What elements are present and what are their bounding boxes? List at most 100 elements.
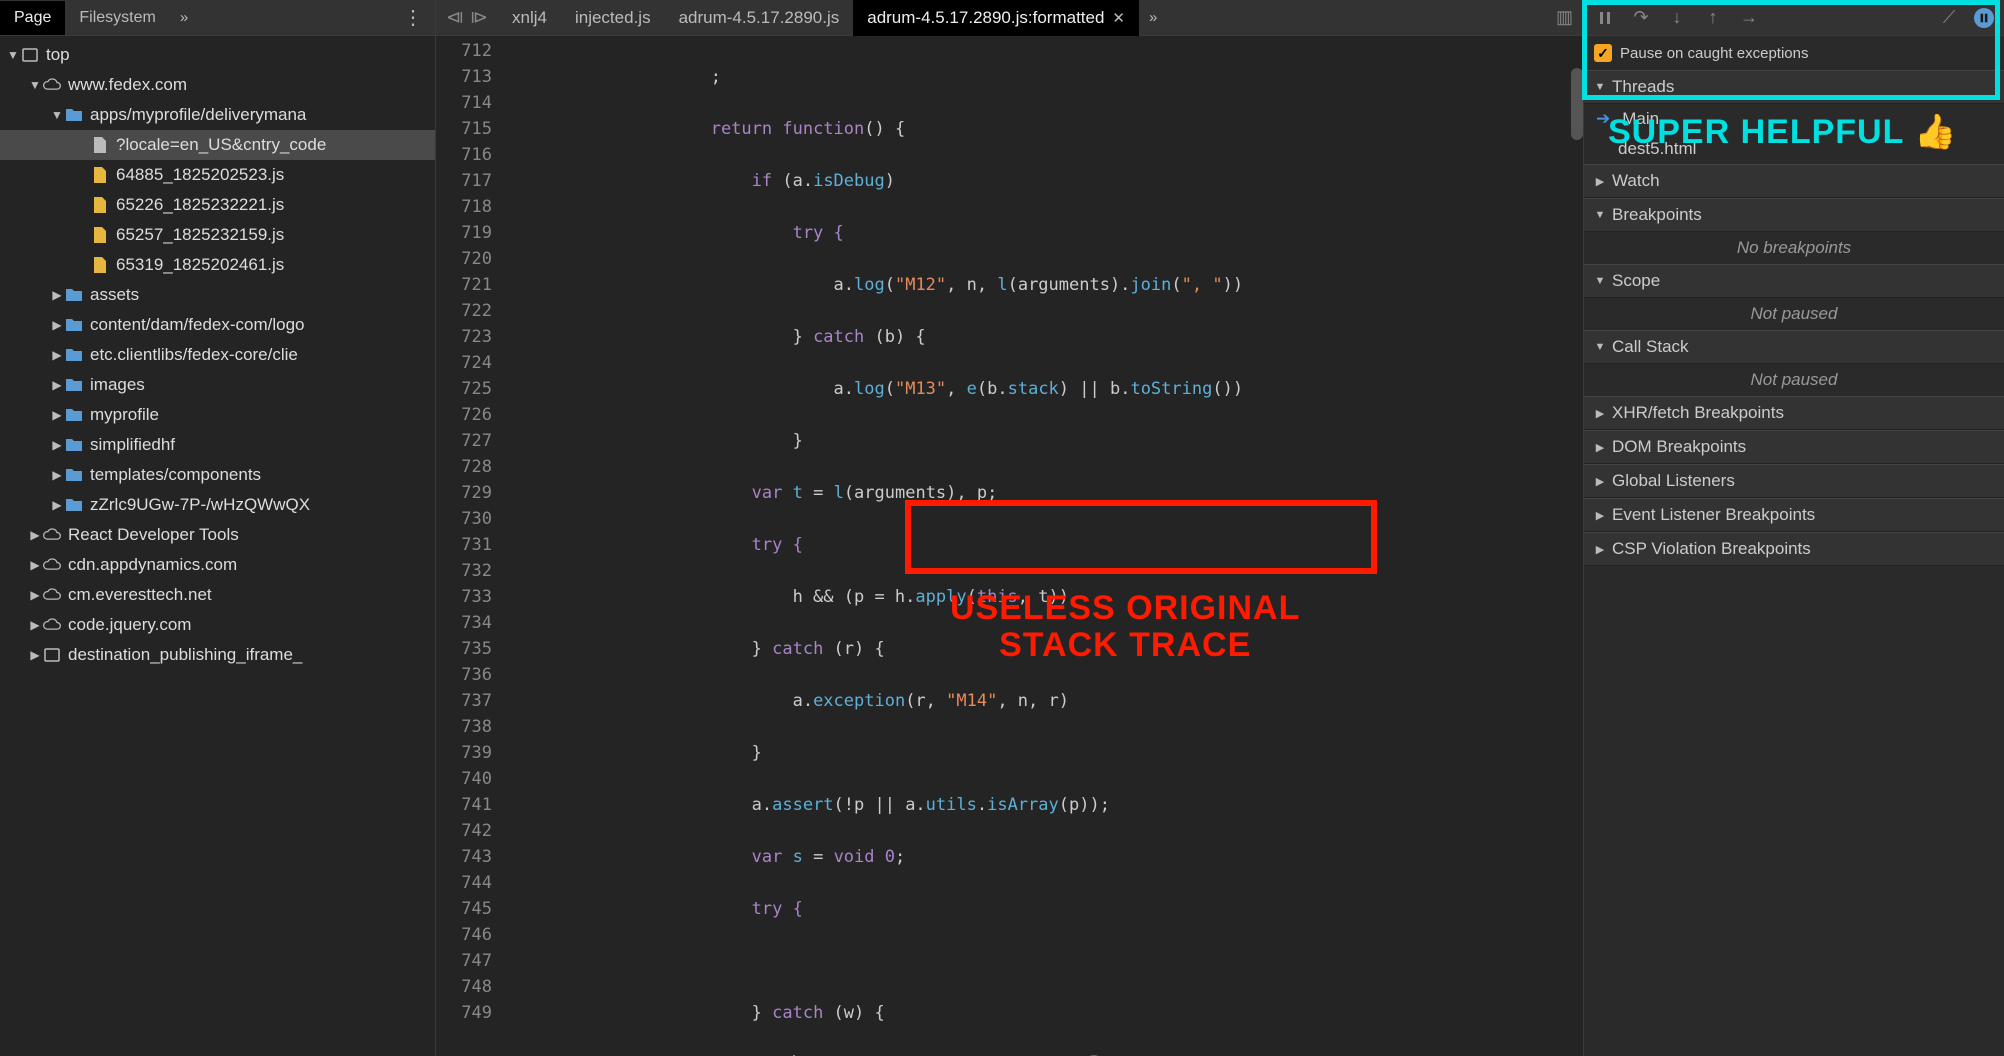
tree-folder[interactable]: simplifiedhf [0, 430, 435, 460]
tree-label: cm.everesttech.net [68, 585, 212, 605]
tree-label: templates/components [90, 465, 261, 485]
tree-folder[interactable]: assets [0, 280, 435, 310]
debugger-sidebar: ↷ ↓ ↑ → ⟋ ✓ Pause on caught exceptions ▼… [1584, 0, 2004, 1056]
tree-folder[interactable]: content/dam/fedex-com/logo [0, 310, 435, 340]
editor-tab-active[interactable]: adrum-4.5.17.2890.js:formatted ✕ [853, 0, 1139, 36]
tree-folder[interactable]: etc.clientlibs/fedex-core/clie [0, 340, 435, 370]
thread-item[interactable]: dest5.html [1584, 134, 2004, 164]
step-out-icon[interactable]: ↑ [1702, 7, 1724, 28]
folder-icon [64, 105, 84, 125]
scrollbar-thumb[interactable] [1571, 68, 1583, 140]
code-area[interactable]: ; return function() { if (a.isDebug) try… [502, 36, 1583, 1056]
folder-icon [64, 345, 84, 365]
folder-icon [64, 405, 84, 425]
pause-exceptions-icon[interactable] [1974, 8, 1994, 28]
tree-label: apps/myprofile/deliverymana [90, 105, 306, 125]
section-label: Global Listeners [1612, 471, 1735, 491]
tree-label: simplifiedhf [90, 435, 175, 455]
editor-tab-label: adrum-4.5.17.2890.js:formatted [867, 8, 1104, 28]
tree-folder[interactable]: images [0, 370, 435, 400]
tree-folder[interactable]: zZrlc9UGw-7P-/wHzQWwQX [0, 490, 435, 520]
section-threads[interactable]: ▼Threads [1584, 70, 2004, 104]
editor-panel: ⧏ ⧐ xnlj4 injected.js adrum-4.5.17.2890.… [436, 0, 1584, 1056]
section-label: XHR/fetch Breakpoints [1612, 403, 1784, 423]
pause-on-caught-label: Pause on caught exceptions [1620, 45, 1808, 62]
step-icon[interactable]: → [1738, 7, 1760, 28]
cloud-icon [42, 615, 62, 635]
deactivate-bp-icon[interactable]: ⟋ [1938, 7, 1960, 28]
tree-folder[interactable]: templates/components [0, 460, 435, 490]
editor-tab-overflow[interactable]: » [1139, 1, 1167, 34]
cloud-icon [42, 75, 62, 95]
tree-label: 65319_1825202461.js [116, 255, 284, 275]
tree-file-locale[interactable]: ?locale=en_US&cntry_code [0, 130, 435, 160]
pause-icon[interactable] [1594, 11, 1616, 25]
tree-domain-item[interactable]: code.jquery.com [0, 610, 435, 640]
file-tree: top www.fedex.com apps/myprofile/deliver… [0, 36, 435, 1056]
checkbox-checked-icon[interactable]: ✓ [1594, 44, 1612, 62]
section-scope[interactable]: ▼Scope [1584, 264, 2004, 298]
file-icon [90, 165, 110, 185]
cloud-icon [42, 585, 62, 605]
tree-label: 65226_1825232221.js [116, 195, 284, 215]
close-icon[interactable]: ✕ [1112, 9, 1125, 27]
section-xhr[interactable]: ▶XHR/fetch Breakpoints [1584, 396, 2004, 430]
editor-tab[interactable]: xnlj4 [498, 0, 561, 36]
tree-top[interactable]: top [0, 40, 435, 70]
tab-page[interactable]: Page [0, 1, 65, 35]
tree-react[interactable]: React Developer Tools [0, 520, 435, 550]
file-icon [90, 255, 110, 275]
section-label: DOM Breakpoints [1612, 437, 1746, 457]
tree-folder-apps[interactable]: apps/myprofile/deliverymana [0, 100, 435, 130]
section-breakpoints[interactable]: ▼Breakpoints [1584, 198, 2004, 232]
frame-icon [42, 645, 62, 665]
editor-tabstrip: ⧏ ⧐ xnlj4 injected.js adrum-4.5.17.2890.… [436, 0, 1583, 36]
step-into-icon[interactable]: ↓ [1666, 7, 1688, 28]
nav-fwd-icon[interactable]: ⧐ [470, 7, 488, 28]
step-over-icon[interactable]: ↷ [1630, 7, 1652, 28]
tree-file[interactable]: 65226_1825232221.js [0, 190, 435, 220]
editor-tab[interactable]: injected.js [561, 0, 665, 36]
debug-toolbar: ↷ ↓ ↑ → ⟋ [1584, 0, 2004, 36]
section-callstack[interactable]: ▼Call Stack [1584, 330, 2004, 364]
folder-icon [64, 315, 84, 335]
no-breakpoints-text: No breakpoints [1584, 232, 2004, 264]
tree-label: code.jquery.com [68, 615, 191, 635]
tree-file[interactable]: 64885_1825202523.js [0, 160, 435, 190]
tree-label: zZrlc9UGw-7P-/wHzQWwQX [90, 495, 310, 515]
thread-main[interactable]: Main [1584, 104, 2004, 134]
tree-label: images [90, 375, 145, 395]
editor-tab[interactable]: adrum-4.5.17.2890.js [665, 0, 854, 36]
nav-back-icon[interactable]: ⧏ [446, 7, 464, 28]
tree-frame-item[interactable]: destination_publishing_iframe_ [0, 640, 435, 670]
tree-folder[interactable]: myprofile [0, 400, 435, 430]
line-gutter: 7127137147157167177187197207217227237247… [436, 36, 502, 1056]
tab-filesystem[interactable]: Filesystem [65, 1, 169, 35]
section-event[interactable]: ▶Event Listener Breakpoints [1584, 498, 2004, 532]
tab-overflow[interactable]: » [170, 1, 198, 34]
editor-nav: ⧏ ⧐ [436, 7, 498, 28]
tree-label: myprofile [90, 405, 159, 425]
section-label: Scope [1612, 271, 1660, 291]
section-global[interactable]: ▶Global Listeners [1584, 464, 2004, 498]
tree-file[interactable]: 65257_1825232159.js [0, 220, 435, 250]
tree-domain-item[interactable]: cm.everesttech.net [0, 580, 435, 610]
tab-menu-icon[interactable]: ⋮ [391, 0, 435, 38]
sources-navigator: Page Filesystem » ⋮ top www.fedex.com ap… [0, 0, 436, 1056]
tree-label: React Developer Tools [68, 525, 239, 545]
section-dom[interactable]: ▶DOM Breakpoints [1584, 430, 2004, 464]
code-editor[interactable]: 7127137147157167177187197207217227237247… [436, 36, 1583, 1056]
cloud-icon [42, 525, 62, 545]
not-paused-text: Not paused [1584, 298, 2004, 330]
tree-label: destination_publishing_iframe_ [68, 645, 302, 665]
folder-icon [64, 465, 84, 485]
pretty-print-icon[interactable]: ▥ [1546, 0, 1583, 36]
section-watch[interactable]: ▶Watch [1584, 164, 2004, 198]
pause-on-caught-row[interactable]: ✓ Pause on caught exceptions [1584, 36, 2004, 70]
tree-domain-item[interactable]: cdn.appdynamics.com [0, 550, 435, 580]
folder-icon [64, 375, 84, 395]
section-csp[interactable]: ▶CSP Violation Breakpoints [1584, 532, 2004, 566]
section-label: Call Stack [1612, 337, 1689, 357]
tree-file[interactable]: 65319_1825202461.js [0, 250, 435, 280]
tree-domain[interactable]: www.fedex.com [0, 70, 435, 100]
